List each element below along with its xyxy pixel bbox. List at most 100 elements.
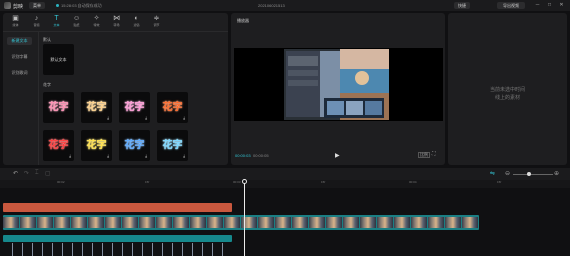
transition-icon: ⋈ [113,15,120,22]
flower-text-card[interactable]: 花字 ⤓ [157,92,188,123]
menu-button[interactable]: 菜单 [29,2,45,9]
download-icon: ⤓ [145,153,147,158]
tab-text[interactable]: T 文本 [48,14,65,31]
video-clip[interactable] [3,215,479,230]
minimize-icon[interactable]: ─ [534,2,541,9]
fullscreen-icon[interactable]: ⛶ [432,151,436,157]
empty-message-line2: 线上的素材 [494,95,520,101]
tab-label: 特效 [93,23,100,27]
playhead-handle[interactable] [242,179,247,184]
tab-label: 贴纸 [73,23,80,27]
empty-message-line1: 当前未选中时间 [489,87,525,93]
nav-recognize-subtitle[interactable]: 识别字幕 [7,53,32,61]
download-icon: ⤓ [107,153,109,158]
tab-effects[interactable]: ✧ 特效 [88,14,105,31]
flower-text-preview: 花字 [162,140,183,151]
tab-adjust[interactable]: ≑ 调节 [148,14,165,31]
default-text-card[interactable]: 默认文本 [43,44,74,75]
ruler-label: 15f [497,180,502,184]
default-section-label: 默认 [43,37,51,42]
tab-label: 滤镜 [133,23,140,27]
preview-title: 播放器 [237,18,249,23]
flower-text-preview: 花字 [124,102,145,113]
download-icon: ⤓ [183,153,185,158]
ratio-button[interactable]: 比例 [418,152,430,158]
undo-icon[interactable]: ↶ [13,170,18,177]
text-icon: T [54,15,59,22]
tab-label: 文本 [53,23,60,27]
audio-clip[interactable] [3,235,232,242]
sticker-icon: ☺ [73,15,81,22]
flower-text-card[interactable]: 花字 ⤓ [81,130,112,161]
flower-text-preview: 花字 [86,140,107,151]
app-name: 剪映 [13,4,24,10]
flower-section-label: 花字 [43,82,51,87]
ruler-label: 00:02 [57,180,65,184]
download-icon: ⤓ [69,153,71,158]
video-canvas[interactable] [234,48,443,121]
flower-text-preview: 花字 [48,102,69,113]
flower-text-card[interactable]: 花字 ⤓ [119,92,150,123]
app-window: 剪映 菜单 15:28:03 自动保存成功 202106021513 快捷 导出… [0,0,570,256]
ruler-label: 00:03 [233,180,241,184]
tab-media[interactable]: ▣ 媒体 [7,14,24,31]
redo-icon[interactable]: ↷ [24,170,29,177]
shortcut-button[interactable]: 快捷 [454,2,470,9]
flower-text-preview: 花字 [48,140,69,151]
text-clip[interactable] [3,203,232,212]
preview-frame-image [234,48,443,121]
close-icon[interactable]: ✕ [558,2,565,9]
timeline-toolbar [0,168,570,180]
effects-icon: ✧ [93,15,100,22]
save-status-text: 15:28:03 自动保存成功 [61,3,102,8]
tab-label: 调节 [153,23,160,27]
tab-filter[interactable]: ◐ 滤镜 [128,14,145,31]
zoom-out-icon[interactable]: ⊖ [505,170,510,177]
zoom-in-icon[interactable]: ⊕ [554,170,559,177]
tab-label: 转场 [113,23,120,27]
delete-icon[interactable]: ▢ [45,170,51,177]
maximize-icon[interactable]: □ [546,2,553,9]
nav-recognize-lyrics[interactable]: 识别歌词 [7,69,32,77]
ruler-label: 00:04 [409,180,417,184]
nav-new-text[interactable]: 新建文本 [7,37,32,45]
flower-text-card[interactable]: 花字 ⤓ [157,130,188,161]
video-filmstrip [3,217,479,228]
flower-text-preview: 花字 [86,102,107,113]
adjust-icon: ≑ [153,15,160,22]
playhead[interactable] [244,180,245,256]
text-side-nav [3,32,39,165]
flower-text-preview: 花字 [124,140,145,151]
split-icon[interactable]: ⌶ [35,170,39,177]
save-status-icon [56,4,59,7]
download-icon: ⤓ [183,115,185,120]
audio-icon: ♪ [34,15,39,22]
time-ruler[interactable] [0,180,570,188]
flower-text-card[interactable]: 花字 ⤓ [81,92,112,123]
ruler-label: 15f [145,180,150,184]
tab-label: 媒体 [12,23,19,27]
flower-text-card[interactable]: 花字 [43,92,74,123]
tab-sticker[interactable]: ☺ 贴纸 [68,14,85,31]
download-icon: ⤓ [145,115,147,120]
audio-waveform [3,243,232,256]
ruler-label: 15f [321,180,326,184]
current-time: 00:00:03 [235,153,251,158]
zoom-slider-knob[interactable] [527,172,531,176]
flower-text-preview: 花字 [162,102,183,113]
flower-text-card[interactable]: 花字 ⤓ [43,130,74,161]
play-icon[interactable]: ▶ [335,152,340,159]
download-icon: ⤓ [107,115,109,120]
filter-icon: ◐ [134,15,139,22]
tab-label: 音频 [33,23,40,27]
link-icon[interactable]: ⇋ [490,170,495,177]
tab-audio[interactable]: ♪ 音频 [28,14,45,31]
tab-transition[interactable]: ⋈ 转场 [108,14,125,31]
app-logo-icon [4,2,11,9]
project-title: 202106021513 [258,3,285,8]
total-time: 00:00:05 [253,153,269,158]
flower-text-card[interactable]: 花字 ⤓ [119,130,150,161]
zoom-slider[interactable] [513,174,553,175]
export-video-button[interactable]: 导出视频 [497,2,525,9]
media-icon: ▣ [12,15,19,22]
